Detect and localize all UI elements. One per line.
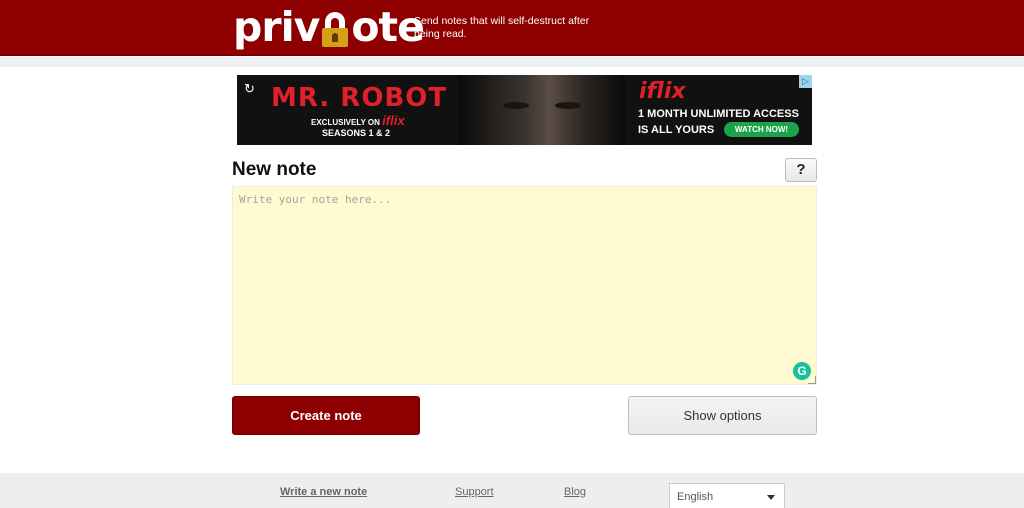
ad-brand-logo: iflix [639, 79, 686, 104]
header-divider [0, 57, 1024, 67]
language-value: English [677, 491, 714, 503]
adchoices-icon[interactable]: ▷ [799, 75, 812, 88]
language-select[interactable]: English [669, 483, 785, 508]
help-button[interactable]: ? [785, 158, 817, 182]
ad-offer-line1: 1 MONTH UNLIMITED ACCESS [638, 108, 799, 120]
logo-text-left: priv [233, 3, 320, 51]
padlock-icon [320, 7, 350, 47]
resize-handle[interactable] [808, 376, 816, 384]
refresh-icon[interactable]: ↻ [244, 81, 255, 97]
privnote-logo[interactable]: priv ote [233, 3, 425, 51]
note-textarea[interactable] [232, 186, 817, 385]
page-title: New note [232, 159, 317, 180]
create-note-button[interactable]: Create note [232, 396, 420, 435]
site-header: priv ote Send notes that will self-destr… [0, 0, 1024, 56]
footer-link-blog[interactable]: Blog [564, 486, 586, 498]
ad-title: MR. ROBOT [271, 83, 448, 113]
ad-cta-button[interactable]: WATCH NOW! [724, 122, 799, 137]
show-options-button[interactable]: Show options [628, 396, 817, 435]
chevron-down-icon [767, 495, 775, 500]
ad-portrait [458, 75, 625, 145]
tagline: Send notes that will self-destruct after… [414, 15, 590, 40]
ad-offer-line2: IS ALL YOURS [638, 124, 715, 136]
site-footer: Write a new note Support Blog [0, 473, 1024, 508]
ad-banner[interactable]: ↻ ▷ MR. ROBOT EXCLUSIVELY ON iflix SEASO… [237, 75, 812, 145]
ad-seasons: SEASONS 1 & 2 [322, 128, 391, 138]
ad-exclusive: EXCLUSIVELY ON iflix [311, 113, 405, 128]
footer-link-support[interactable]: Support [455, 486, 494, 498]
footer-link-write-note[interactable]: Write a new note [280, 486, 367, 498]
